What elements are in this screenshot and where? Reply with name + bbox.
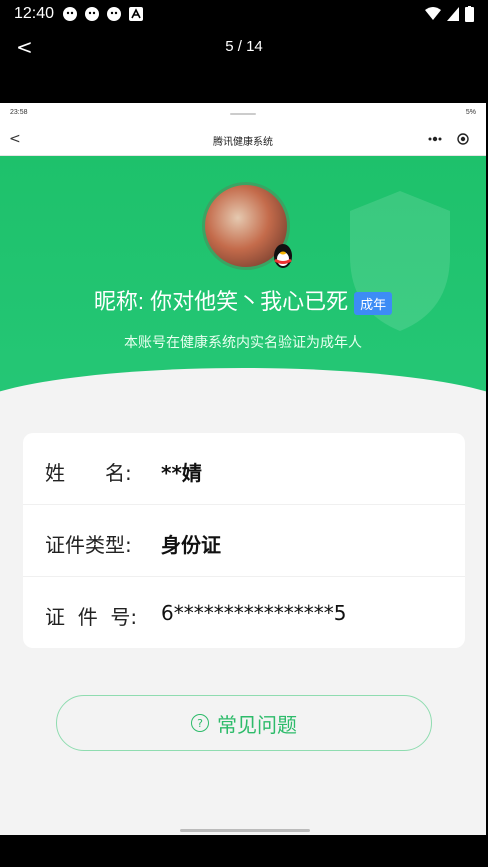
- identity-card: 姓 名: **婧 证件类型: 身份证 证 件 号: 6*************…: [23, 433, 465, 648]
- nickname: 昵称: 你对他笑丶我心已死: [93, 289, 349, 314]
- row-value: 身份证: [161, 533, 221, 557]
- app-notification-icon: [85, 7, 99, 21]
- status-time: 12:40: [14, 5, 55, 22]
- app-notification-icon: [107, 7, 121, 21]
- app-notification-icon: [63, 7, 77, 21]
- faq-button[interactable]: ? 常见问题: [56, 695, 432, 751]
- close-mini-program-icon[interactable]: [457, 133, 469, 145]
- cell-signal-icon: [447, 7, 459, 21]
- home-indicator[interactable]: [180, 829, 310, 832]
- more-icon[interactable]: [427, 135, 443, 143]
- screenshot-content: 23:58 5% < 腾讯健康系统 昵称: 你对他笑丶我心已死 成年 本账号在健康…: [0, 103, 486, 835]
- row-value: 6****************5: [161, 601, 347, 625]
- navbar-title: 腾讯健康系统: [213, 137, 273, 148]
- drag-handle: [230, 113, 256, 115]
- header-curve: [0, 368, 486, 406]
- row-label: 证 件 号:: [45, 605, 138, 629]
- profile-header: 昵称: 你对他笑丶我心已死 成年 本账号在健康系统内实名验证为成年人: [0, 156, 486, 406]
- row-label: 证件类型:: [45, 533, 132, 557]
- inner-status-bar: 23:58 5%: [0, 103, 486, 125]
- wifi-icon: [425, 7, 441, 20]
- verification-note: 本账号在健康系统内实名验证为成年人: [124, 335, 362, 351]
- font-notification-icon: [129, 7, 143, 21]
- mini-program-capsule: [420, 129, 476, 149]
- status-icons: [425, 6, 474, 22]
- system-status-bar: 12:40: [0, 0, 488, 34]
- qq-penguin-icon: [274, 244, 292, 268]
- inner-status-battery: 5%: [465, 109, 476, 116]
- adult-badge: 成年: [354, 291, 393, 315]
- info-row-id-number: 证 件 号: 6****************5: [23, 577, 465, 648]
- question-icon: ?: [191, 714, 209, 732]
- info-row-id-type: 证件类型: 身份证: [23, 505, 465, 577]
- info-row-name: 姓 名: **婧: [23, 433, 465, 505]
- inner-status-time: 23:58: [10, 109, 28, 116]
- nickname-line: 昵称: 你对他笑丶我心已死 成年: [0, 284, 486, 316]
- battery-icon: [465, 6, 474, 22]
- mini-program-navbar: < 腾讯健康系统: [0, 125, 486, 156]
- row-value: **婧: [161, 461, 202, 485]
- image-counter: 5 / 14: [225, 38, 263, 55]
- row-label: 姓 名:: [45, 461, 132, 485]
- faq-label: 常见问题: [217, 712, 297, 737]
- image-viewer-header: < 5 / 14: [0, 34, 488, 62]
